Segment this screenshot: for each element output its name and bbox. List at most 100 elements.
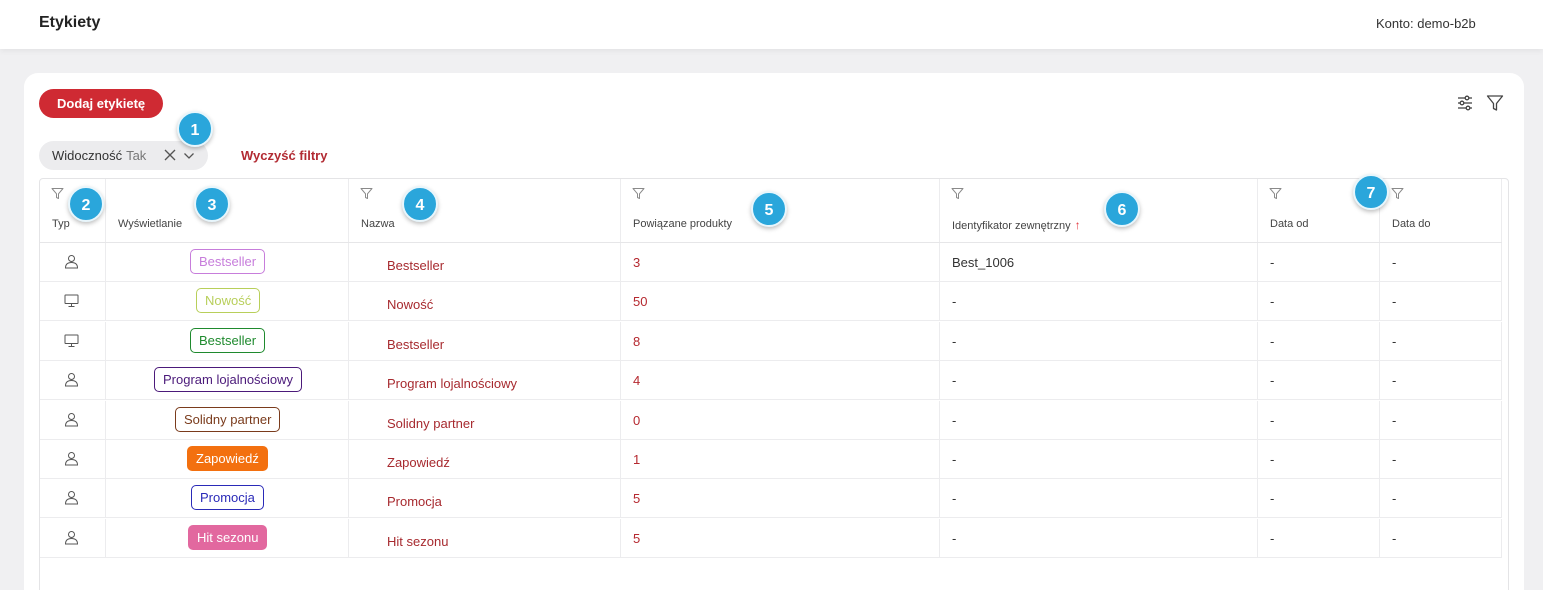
annotation-bubble: 5: [751, 191, 787, 227]
clear-filters-link[interactable]: Wyczyść filtry: [241, 148, 327, 163]
table-row[interactable]: Bestseller Bestseller 3 Best_1006 - -: [40, 243, 1502, 282]
column-filter-icon[interactable]: [951, 187, 964, 200]
cell-display: Promocja: [106, 479, 349, 519]
label-name[interactable]: Nowość: [387, 297, 433, 312]
related-products-count[interactable]: 5: [633, 491, 640, 506]
chevron-down-icon[interactable]: [183, 150, 195, 162]
annotation-bubble: 1: [177, 111, 213, 147]
label-name[interactable]: Solidny partner: [387, 416, 474, 431]
filter-icon[interactable]: [1485, 93, 1505, 113]
column-label: Identyfikator zewnętrzny ↑: [952, 218, 1081, 232]
cell-type: [40, 361, 106, 401]
cell-display: Hit sezonu: [106, 518, 349, 558]
cell-related-products: 8: [621, 321, 940, 361]
related-products-count[interactable]: 3: [633, 255, 640, 270]
user-icon: [64, 451, 79, 466]
cell-related-products: 5: [621, 518, 940, 558]
column-filter-icon[interactable]: [632, 187, 645, 200]
label-name[interactable]: Program lojalnościowy: [387, 376, 517, 391]
cell-external-id: -: [940, 361, 1258, 401]
table-row[interactable]: Promocja Promocja 5 - - -: [40, 479, 1502, 519]
cell-date-to: -: [1380, 440, 1502, 479]
column-label: Data od: [1270, 218, 1309, 230]
cell-type: [40, 282, 106, 322]
related-products-count[interactable]: 50: [633, 294, 647, 309]
table-row[interactable]: Zapowiedź Zapowiedź 1 - - -: [40, 440, 1502, 479]
column-header-name[interactable]: Nazwa: [349, 179, 621, 242]
cell-type: [40, 518, 106, 558]
cell-type: [40, 479, 106, 519]
label-badge: Hit sezonu: [188, 524, 268, 550]
annotation-bubble: 2: [68, 186, 104, 222]
sort-ascending-icon[interactable]: ↑: [1075, 218, 1081, 232]
date-from-value: -: [1270, 333, 1275, 349]
column-filter-icon[interactable]: [1391, 187, 1404, 200]
cell-related-products: 50: [621, 282, 940, 322]
user-icon: [64, 372, 79, 387]
table-row[interactable]: Bestseller Bestseller 8 - - -: [40, 321, 1502, 361]
visibility-filter-chip[interactable]: Widoczność Tak: [39, 141, 208, 170]
column-filter-icon[interactable]: [1269, 187, 1282, 200]
page-title: Etykiety: [39, 14, 101, 31]
user-icon: [64, 254, 79, 269]
table-row[interactable]: Hit sezonu Hit sezonu 5 - - -: [40, 518, 1502, 558]
label-badge: Nowość: [196, 288, 261, 314]
cell-type: [40, 440, 106, 479]
account-info: Konto: demo-b2b: [1376, 16, 1476, 31]
date-to-value: -: [1392, 294, 1397, 310]
external-id-value: -: [952, 294, 957, 310]
label-badge: Zapowiedź: [187, 446, 268, 471]
cell-date-from: -: [1258, 400, 1380, 440]
column-filter-icon[interactable]: [51, 187, 64, 200]
cell-date-to: -: [1380, 479, 1502, 519]
related-products-count[interactable]: 0: [633, 413, 640, 428]
cell-related-products: 5: [621, 479, 940, 519]
cell-date-to: -: [1380, 400, 1502, 440]
cell-name: Bestseller: [349, 321, 621, 361]
cell-external-id: -: [940, 282, 1258, 322]
external-id-value: -: [952, 530, 957, 546]
close-icon[interactable]: [164, 149, 176, 161]
label-name[interactable]: Bestseller: [387, 258, 444, 273]
cell-external-id: -: [940, 440, 1258, 479]
related-products-count[interactable]: 8: [633, 334, 640, 349]
label-name[interactable]: Bestseller: [387, 337, 444, 352]
user-icon: [64, 530, 79, 545]
date-to-value: -: [1392, 491, 1397, 507]
column-header-date-to[interactable]: Data do: [1380, 179, 1502, 242]
column-filter-icon[interactable]: [360, 187, 373, 200]
label-name[interactable]: Zapowiedź: [387, 455, 450, 470]
cell-related-products: 4: [621, 361, 940, 401]
cell-external-id: -: [940, 321, 1258, 361]
column-label: Typ: [52, 218, 70, 230]
cell-name: Hit sezonu: [349, 518, 621, 558]
date-from-value: -: [1270, 373, 1275, 389]
cell-name: Program lojalnościowy: [349, 361, 621, 401]
cell-related-products: 3: [621, 243, 940, 282]
table-row[interactable]: Nowość Nowość 50 - - -: [40, 282, 1502, 322]
label-name[interactable]: Hit sezonu: [387, 534, 448, 549]
related-products-count[interactable]: 5: [633, 531, 640, 546]
user-icon: [64, 412, 79, 427]
date-to-value: -: [1392, 452, 1397, 467]
column-header-external-id[interactable]: Identyfikator zewnętrzny ↑: [940, 179, 1258, 242]
label-name[interactable]: Promocja: [387, 494, 442, 509]
column-label: Data do: [1392, 218, 1431, 230]
external-id-value: -: [952, 412, 957, 428]
sliders-icon[interactable]: [1455, 93, 1475, 113]
labels-table: Typ Wyświetlanie Nazwa Powiązane produkty Id…: [39, 178, 1509, 590]
cell-type: [40, 400, 106, 440]
date-to-value: -: [1392, 373, 1397, 389]
related-products-count[interactable]: 4: [633, 373, 640, 388]
table-row[interactable]: Program lojalnościowy Program lojalnościo…: [40, 361, 1502, 401]
account-value: demo-b2b: [1417, 16, 1476, 31]
cell-display: Nowość: [106, 282, 349, 322]
account-label: Konto:: [1376, 16, 1414, 31]
table-row[interactable]: Solidny partner Solidny partner 0 - - -: [40, 400, 1502, 440]
add-label-button[interactable]: Dodaj etykietę: [39, 89, 164, 118]
date-from-value: -: [1270, 452, 1275, 467]
related-products-count[interactable]: 1: [633, 452, 640, 467]
top-bar: Etykiety Konto: demo-b2b: [0, 0, 1543, 49]
date-from-value: -: [1270, 530, 1275, 546]
label-badge: Program lojalnościowy: [154, 367, 303, 393]
